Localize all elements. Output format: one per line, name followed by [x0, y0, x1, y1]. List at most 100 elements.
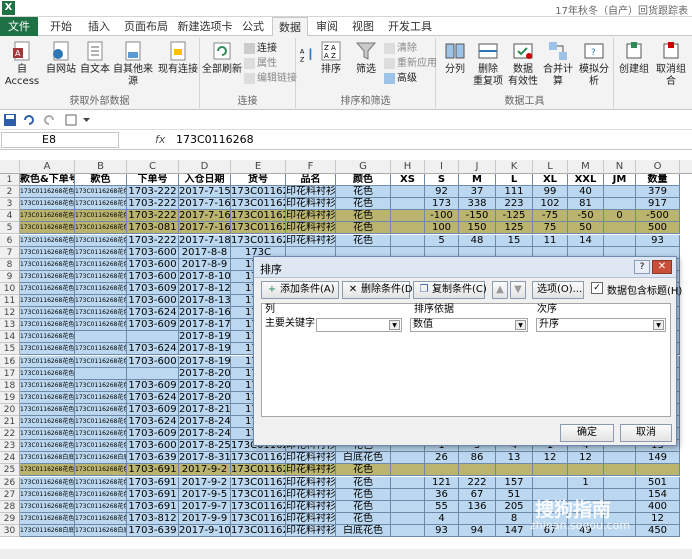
cell[interactable] — [459, 464, 496, 477]
cell[interactable]: 173C0116268花色1703-222 — [20, 198, 75, 211]
cell[interactable]: 1703-222 — [127, 198, 179, 211]
cell[interactable] — [604, 464, 636, 477]
from-other-sources-button[interactable]: 自其他来源 — [110, 40, 156, 88]
tab-data[interactable]: 数据 — [272, 17, 308, 37]
cell[interactable]: 1703-609 — [127, 282, 179, 295]
cell[interactable]: -500 — [636, 210, 680, 223]
column-header[interactable]: J — [459, 160, 496, 174]
cell[interactable]: 2017-8-20 — [179, 379, 231, 392]
tab-file[interactable]: 文件 — [0, 17, 38, 36]
row-header[interactable]: 16 — [0, 355, 20, 368]
cell[interactable]: 501 — [636, 476, 680, 489]
cell[interactable]: 15 — [496, 234, 533, 247]
cell[interactable]: 1703-609 — [127, 403, 179, 416]
cell[interactable]: 2017-9-2 — [179, 464, 231, 477]
column-header[interactable]: B — [75, 160, 127, 174]
cell[interactable] — [604, 186, 636, 199]
cell[interactable]: 92 — [425, 186, 459, 199]
column-header[interactable]: A — [20, 160, 75, 174]
cell[interactable]: 173C0116268 — [231, 210, 286, 223]
cell[interactable]: 12 — [533, 452, 568, 465]
cell[interactable]: 173C0116268花色 — [75, 246, 127, 259]
cell[interactable]: 2017-9-2 — [179, 476, 231, 489]
cell[interactable] — [391, 186, 425, 199]
cell[interactable]: 102 — [533, 198, 568, 211]
cell[interactable]: 100 — [425, 222, 459, 235]
cell[interactable]: JM — [604, 174, 636, 186]
cell[interactable]: 2017-8-19 — [179, 343, 231, 356]
row-header[interactable]: 17 — [0, 367, 20, 380]
cell[interactable]: 173C0116268花色 — [20, 331, 75, 344]
cell[interactable]: 1703-609 — [127, 379, 179, 392]
row-header[interactable]: 18 — [0, 379, 20, 392]
cell[interactable]: 125 — [496, 222, 533, 235]
cell[interactable]: 173C0116268花色1703-600 — [20, 440, 75, 453]
cell[interactable]: 136 — [459, 500, 496, 513]
fx-icon[interactable]: fx — [155, 133, 165, 146]
row-header[interactable]: 5 — [0, 222, 20, 235]
column-header[interactable]: M — [568, 160, 604, 174]
cell[interactable]: 花色 — [336, 186, 391, 199]
cell[interactable] — [391, 476, 425, 489]
cell[interactable]: 173C0116268花色1703-222 — [20, 234, 75, 247]
cell[interactable] — [75, 331, 127, 344]
column-header[interactable]: K — [496, 160, 533, 174]
cell[interactable]: 917 — [636, 198, 680, 211]
filter-button[interactable]: 筛选 — [352, 40, 380, 76]
cell[interactable] — [391, 464, 425, 477]
cell[interactable]: 印花料衬衫 — [286, 198, 336, 211]
column-header[interactable]: F — [286, 160, 336, 174]
cell[interactable]: 338 — [459, 198, 496, 211]
cell[interactable]: 1703-624 — [127, 416, 179, 428]
cell[interactable] — [533, 464, 568, 477]
column-header[interactable]: G — [336, 160, 391, 174]
cell[interactable]: 数量 — [636, 174, 680, 186]
cell[interactable]: 1703-624 — [127, 391, 179, 404]
cell[interactable]: 0 — [604, 210, 636, 223]
cell[interactable]: 157 — [496, 476, 533, 489]
cell[interactable]: 173C0116268 — [231, 524, 286, 537]
cell[interactable]: 14 — [568, 234, 604, 247]
cell[interactable]: 173C0116268花色 — [75, 500, 127, 513]
customize-toolbar-icon[interactable] — [82, 116, 91, 124]
tab-new[interactable]: 新建选项卡 — [176, 17, 234, 36]
cell[interactable]: 173C0116268花色 — [75, 343, 127, 356]
cell[interactable]: 2017-8-25 — [179, 440, 231, 453]
cell[interactable]: 2017-8-31 — [179, 452, 231, 465]
cell[interactable]: 173C0116268花色 — [75, 488, 127, 501]
close-button[interactable]: ✕ — [652, 260, 672, 274]
cell[interactable]: 500 — [636, 222, 680, 235]
cell[interactable]: 2017-8-12 — [179, 282, 231, 295]
cell[interactable]: 印花料衬衫 — [286, 464, 336, 477]
row-header[interactable]: 28 — [0, 500, 20, 513]
cell[interactable]: XXL — [568, 174, 604, 186]
cell[interactable]: 94 — [459, 524, 496, 537]
cell[interactable]: 印花料衬衫 — [286, 488, 336, 501]
connections-button[interactable]: 连接 — [244, 42, 277, 55]
cell[interactable]: 173C0116268花色 — [75, 307, 127, 320]
cell[interactable]: 36 — [425, 488, 459, 501]
cell[interactable]: 121 — [425, 476, 459, 489]
cell[interactable]: 173C0116268花色 — [75, 198, 127, 211]
cell[interactable] — [604, 222, 636, 235]
cell[interactable]: 花色 — [336, 234, 391, 247]
cell[interactable]: 印花料衬衫 — [286, 210, 336, 223]
cell[interactable]: 173C0116268花色1703-624 — [20, 416, 75, 428]
sort-button[interactable]: Z AA Z 排序 — [318, 40, 344, 76]
copy-condition-button[interactable]: ❐ 复制条件(C) — [413, 281, 487, 299]
cell[interactable]: -125 — [496, 210, 533, 223]
cell[interactable] — [604, 234, 636, 247]
tab-developer[interactable]: 开发工具 — [384, 17, 436, 36]
row-header[interactable]: 1 — [0, 174, 20, 186]
cell[interactable]: 2017-7-15 — [179, 186, 231, 199]
sort-order-select[interactable]: 升序 ▼ — [536, 318, 666, 332]
cell[interactable]: 印花料衬衫 — [286, 234, 336, 247]
cell[interactable]: 173C0116268花色1703-624 — [20, 343, 75, 356]
help-button[interactable]: ? — [634, 260, 650, 274]
cell[interactable]: 173C0116268白底花色 — [75, 452, 127, 465]
cell[interactable]: 99 — [533, 186, 568, 199]
cell[interactable]: 2017-8-8 — [179, 246, 231, 259]
cell[interactable]: -150 — [459, 210, 496, 223]
cell[interactable]: 173C0116268花色 — [75, 222, 127, 235]
excel-icon[interactable]: X — [2, 1, 15, 15]
